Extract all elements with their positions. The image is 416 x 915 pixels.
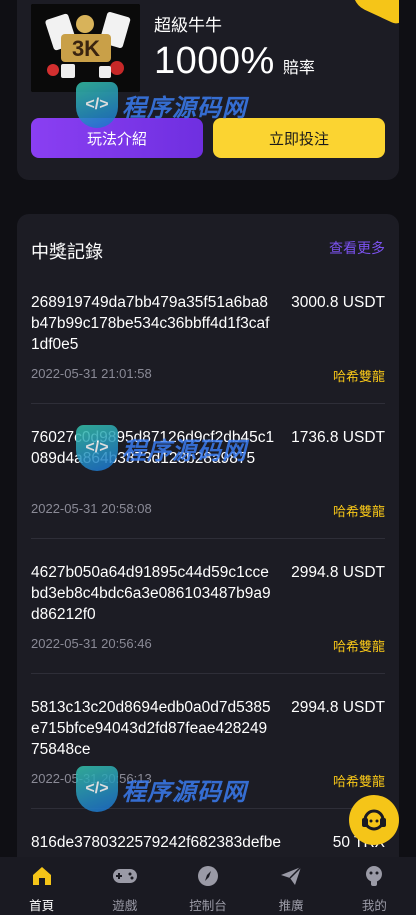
home-icon (29, 863, 55, 889)
corner-tag[interactable] (346, 0, 399, 27)
record-hash: 5813c13c20d8694edb0a0d7d5385e715bfce9404… (31, 699, 271, 758)
record-hash: 816de3780322579242f682383defbe (31, 834, 281, 851)
nav-label: 推廣 (278, 899, 304, 913)
record-amount: 2994.8 USDT (291, 699, 385, 716)
shield-icon: </> (76, 425, 118, 471)
support-button[interactable] (349, 795, 399, 845)
nav-console[interactable]: 控制台 (166, 857, 249, 915)
watermark-text: 程序源码网 (122, 778, 247, 806)
user-icon (361, 863, 387, 889)
nav-promote[interactable]: 推廣 (250, 857, 333, 915)
record-amount: 2994.8 USDT (291, 564, 385, 581)
view-more-link[interactable]: 查看更多 (329, 238, 385, 258)
shield-icon: </> (76, 766, 118, 812)
record-item: 268919749da7bb479a35f51a6ba8b47b99c178be… (31, 292, 385, 404)
nav-label: 控制台 (189, 899, 227, 913)
record-game: 哈希雙龍 (332, 639, 385, 654)
record-time: 2022-05-31 20:56:46 (31, 636, 152, 651)
watermark-text: 程序源码网 (122, 437, 247, 465)
record-game: 哈希雙龍 (332, 504, 385, 519)
watermark: </> 程序源码网 (76, 425, 247, 471)
nav-home[interactable]: 首頁 (0, 857, 83, 915)
shield-icon: </> (76, 82, 118, 128)
record-time: 2022-05-31 20:58:08 (31, 501, 152, 516)
headset-icon (362, 809, 386, 831)
nav-games[interactable]: 遊戲 (83, 857, 166, 915)
rate-value: 1000% (154, 40, 275, 82)
nav-mine[interactable]: 我的 (333, 857, 416, 915)
send-icon (278, 863, 304, 889)
game-logo-text: 3K (72, 36, 100, 61)
game-logo: 3K (31, 4, 140, 92)
compass-icon (195, 863, 221, 889)
record-item: 4627b050a64d91895c44d59c1ccebd3eb8c4bdc6… (31, 562, 385, 674)
watermark-text: 程序源码网 (122, 94, 247, 122)
records-title: 中獎記錄 (31, 242, 103, 262)
nav-label: 遊戲 (112, 899, 138, 913)
record-game: 哈希雙龍 (332, 369, 385, 384)
record-hash: 4627b050a64d91895c44d59c1ccebd3eb8c4bdc6… (31, 564, 271, 623)
record-game: 哈希雙龍 (332, 774, 385, 789)
rate-label: 賠率 (282, 60, 315, 77)
record-time: 2022-05-31 21:01:58 (31, 366, 152, 381)
gamepad-icon (112, 863, 138, 889)
nav-label: 我的 (361, 899, 387, 913)
watermark: </> 程序源码网 (76, 82, 247, 128)
watermark: </> 程序源码网 (76, 766, 247, 812)
game-name: 超級牛牛 (154, 16, 222, 35)
record-amount: 1736.8 USDT (291, 429, 385, 446)
record-amount: 3000.8 USDT (291, 294, 385, 311)
bottom-nav: 首頁 遊戲 控制台 推廣 我的 (0, 857, 416, 915)
rate-row: 1000% 賠率 (154, 40, 315, 83)
records-header: 中獎記錄 查看更多 (31, 236, 385, 262)
nav-label: 首頁 (29, 899, 55, 913)
record-hash: 268919749da7bb479a35f51a6ba8b47b99c178be… (31, 294, 270, 353)
